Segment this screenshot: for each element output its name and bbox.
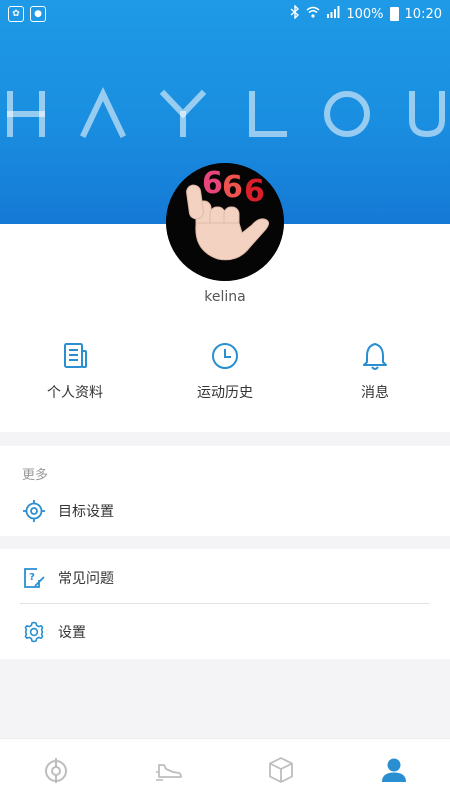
profile-info-label: 个人资料 bbox=[47, 385, 103, 401]
svg-text:6: 6 bbox=[202, 166, 223, 201]
gear-icon bbox=[24, 621, 44, 643]
clock-icon bbox=[212, 343, 238, 369]
svg-text:?: ? bbox=[29, 572, 35, 583]
avatar[interactable]: 6 6 6 bbox=[166, 163, 284, 281]
faq-icon: ? bbox=[24, 568, 45, 588]
brand-wordmark bbox=[7, 87, 445, 138]
goal-settings-label: 目标设置 bbox=[58, 504, 114, 520]
username: kelina bbox=[204, 289, 246, 305]
faq-label: 常见问题 bbox=[58, 571, 114, 587]
location-notification-icon: ● bbox=[30, 6, 46, 22]
messages-button[interactable]: 消息 bbox=[300, 340, 450, 420]
nav-device-tab[interactable] bbox=[225, 739, 338, 800]
wifi-icon bbox=[306, 6, 320, 22]
more-section: 更多 目标设置 bbox=[0, 446, 450, 536]
target-icon bbox=[23, 500, 45, 522]
nav-profile-tab[interactable] bbox=[338, 739, 450, 800]
settings-row[interactable]: 设置 bbox=[0, 607, 450, 657]
row-divider bbox=[20, 603, 430, 604]
more-section-title: 更多 bbox=[22, 468, 49, 483]
nav-sport-tab[interactable] bbox=[113, 739, 226, 800]
status-bar: ✿ ● 100% 10:20 bbox=[0, 0, 450, 28]
faq-row[interactable]: ? 常见问题 bbox=[0, 553, 450, 603]
svg-text:6: 6 bbox=[244, 174, 265, 209]
svg-text:6: 6 bbox=[222, 170, 243, 205]
watch-dial-icon bbox=[45, 757, 68, 783]
brand-logo bbox=[0, 82, 450, 154]
bluetooth-icon bbox=[290, 4, 300, 23]
sneaker-icon bbox=[155, 763, 182, 781]
battery-icon bbox=[389, 7, 399, 21]
nav-watch-tab[interactable] bbox=[0, 739, 113, 800]
exercise-history-button[interactable]: 运动历史 bbox=[150, 340, 300, 420]
box-icon bbox=[269, 756, 294, 783]
goal-settings-row[interactable]: 目标设置 bbox=[0, 486, 450, 536]
clock-time: 10:20 bbox=[404, 6, 442, 22]
settings-label: 设置 bbox=[58, 625, 86, 641]
user-icon bbox=[381, 758, 406, 782]
messages-label: 消息 bbox=[361, 385, 389, 401]
bottom-nav bbox=[0, 738, 450, 800]
signal-icon bbox=[326, 6, 340, 22]
battery-percent: 100% bbox=[346, 6, 384, 22]
quick-actions: 个人资料 运动历史 消息 bbox=[0, 340, 450, 420]
avatar-image: 6 6 6 bbox=[166, 163, 284, 281]
bell-icon bbox=[363, 343, 387, 370]
profile-doc-icon bbox=[64, 343, 87, 368]
app-notification-icon: ✿ bbox=[8, 6, 24, 22]
exercise-history-label: 运动历史 bbox=[197, 385, 253, 401]
profile-info-button[interactable]: 个人资料 bbox=[0, 340, 150, 420]
help-section: ? 常见问题 设置 bbox=[0, 549, 450, 659]
